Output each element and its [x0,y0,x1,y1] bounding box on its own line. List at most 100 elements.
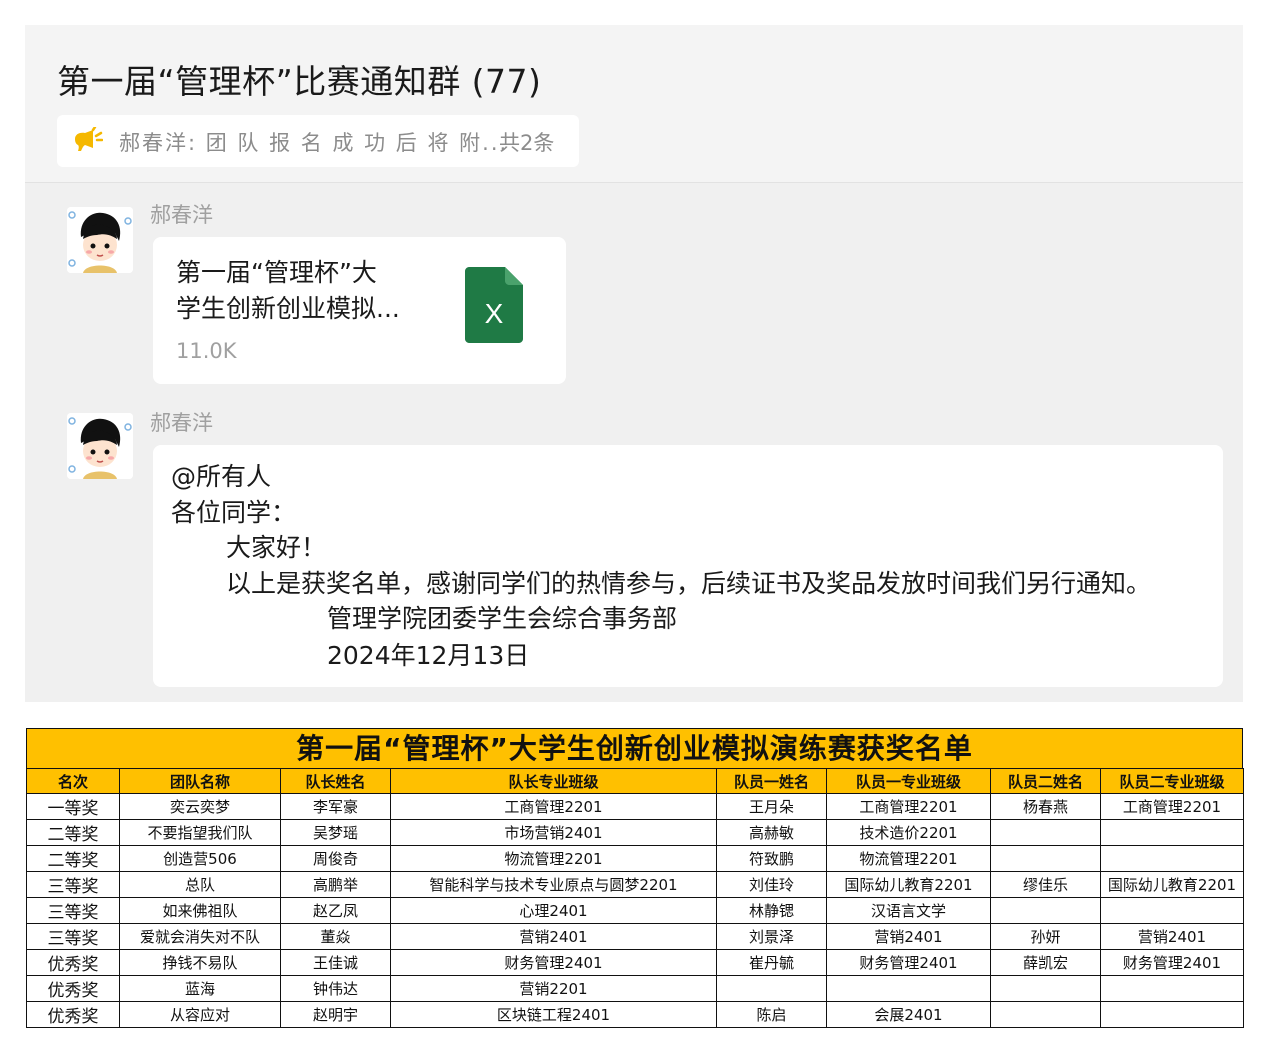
table-cell: 优秀奖 [26,949,120,976]
table-row: 二等奖 创造营506 周俊奇 物流管理2201 符致鹏 物流管理2201 [26,845,1244,872]
table-cell: 物流管理2201 [390,845,717,872]
table-cell [990,975,1101,1002]
table-cell: 王月朵 [716,793,827,820]
table-cell: 蓝海 [119,975,281,1002]
table-row: 三等奖 爱就会消失对不队 董焱 营销2401 刘景泽 营销2401 孙妍 营销2401 [26,923,1244,950]
table-row: 优秀奖 蓝海 钟伟达 营销2201 [26,975,1244,1002]
table-cell: 市场营销2401 [390,819,717,846]
table-row: 一等奖 奕云奕梦 李军豪 工商管理2201 王月朵 工商管理2201 杨春燕 工商管理2201 [26,793,1244,820]
notice-count[interactable]: 共2条 [499,127,554,157]
table-cell: 营销2401 [826,923,991,950]
table-cell: 林静锶 [716,897,827,924]
table-cell [990,819,1101,846]
table-row: 三等奖 总队 高鹏举 智能科学与技术专业原点与圆梦2201 刘佳玲 国际幼儿教育2201 缪… [26,871,1244,898]
mention-all[interactable]: @所有人 [171,459,271,495]
table-cell [1100,975,1244,1002]
group-title: 第一届“管理杯”比赛通知群 (77) [57,62,542,101]
table-cell: 赵乙凤 [280,897,391,924]
table-cell: 三等奖 [26,923,120,950]
table-cell: 技术造价2201 [826,819,991,846]
table-cell: 区块链工程2401 [390,1001,717,1028]
table-cell: 优秀奖 [26,1001,120,1028]
message-line: 2024年12月13日 [327,641,530,670]
award-table-title: 第一届“管理杯”大学生创新创业模拟演练赛获奖名单 [26,728,1243,768]
text-message-bubble[interactable]: @所有人 各位同学： 大家好！ 以上是获奖名单，感谢同学们的热情参与，后续证书及… [153,445,1223,687]
table-row: 优秀奖 挣钱不易队 王佳诚 财务管理2401 崔丹毓 财务管理2401 薛凯宏 财务管理240… [26,949,1244,976]
table-cell: 创造营506 [119,845,281,872]
table-cell [1100,845,1244,872]
column-header: 队员一专业班级 [826,768,991,794]
chat-panel: 第一届“管理杯”比赛通知群 (77) 郝春洋: 团 队 报 名 成 功 后 将 … [25,25,1243,702]
avatar[interactable] [67,413,133,479]
table-cell: 国际幼儿教育2201 [826,871,991,898]
table-cell: 董焱 [280,923,391,950]
speaker-icon [75,127,103,151]
table-cell: 刘景泽 [716,923,827,950]
group-notice-bar[interactable]: 郝春洋: 团 队 报 名 成 功 后 将 附... 共2条 [57,115,579,167]
avatar[interactable] [67,207,133,273]
table-cell: 三等奖 [26,897,120,924]
table-cell: 从容应对 [119,1001,281,1028]
column-header: 队员二姓名 [990,768,1101,794]
table-row: 优秀奖 从容应对 赵明宇 区块链工程2401 陈启 会展2401 [26,1001,1244,1028]
table-cell: 王佳诚 [280,949,391,976]
table-cell: 杨春燕 [990,793,1101,820]
message-line: 各位同学： [171,498,297,527]
table-cell [826,975,991,1002]
sender-name: 郝春洋 [150,411,213,435]
table-cell: 营销2201 [390,975,717,1002]
message-line: 管理学院团委学生会综合事务部 [327,604,678,633]
table-cell: 工商管理2201 [1100,793,1244,820]
table-cell: 二等奖 [26,845,120,872]
table-cell: 汉语言文学 [826,897,991,924]
table-cell: 高鹏举 [280,871,391,898]
message-line: 大家好！ [226,533,327,562]
table-cell [1100,897,1244,924]
table-cell [990,1001,1101,1028]
table-cell: 不要指望我们队 [119,819,281,846]
cartoon-avatar-icon [67,413,133,479]
table-cell: 陈启 [716,1001,827,1028]
table-cell: 崔丹毓 [716,949,827,976]
table-cell: 薛凯宏 [990,949,1101,976]
file-name-line: 学生创新创业模拟... [176,294,400,323]
award-table: 名次 团队名称 队长姓名 队长专业班级 队员一姓名 队员一专业班级 队员二姓名 … [26,768,1244,1028]
column-header: 队长专业班级 [390,768,717,794]
table-cell: 三等奖 [26,871,120,898]
column-header: 团队名称 [119,768,281,794]
table-cell: 爱就会消失对不队 [119,923,281,950]
table-cell: 营销2401 [1100,923,1244,950]
table-cell: 心理2401 [390,897,717,924]
column-header: 队员一姓名 [716,768,827,794]
cartoon-avatar-icon [67,207,133,273]
chat-header: 第一届“管理杯”比赛通知群 (77) 郝春洋: 团 队 报 名 成 功 后 将 … [25,25,1243,183]
table-cell: 工商管理2201 [826,793,991,820]
sender-name: 郝春洋 [150,203,213,227]
table-cell: 工商管理2201 [390,793,717,820]
table-cell: 高赫敏 [716,819,827,846]
table-cell: 财务管理2401 [1100,949,1244,976]
table-cell: 智能科学与技术专业原点与圆梦2201 [390,871,717,898]
message-line: 以上是获奖名单，感谢同学们的热情参与，后续证书及奖品发放时间我们另行通知。 [226,569,1152,598]
column-header: 队员二专业班级 [1100,768,1244,794]
table-row: 二等奖 不要指望我们队 吴梦瑶 市场营销2401 高赫敏 技术造价2201 [26,819,1244,846]
table-cell: 优秀奖 [26,975,120,1002]
table-cell: 财务管理2401 [390,949,717,976]
table-cell: 李军豪 [280,793,391,820]
table-cell: 如来佛祖队 [119,897,281,924]
table-cell: 物流管理2201 [826,845,991,872]
table-cell: 一等奖 [26,793,120,820]
table-cell: 财务管理2401 [826,949,991,976]
file-size: 11.0K [176,339,237,363]
file-message-bubble[interactable]: 第一届“管理杯”大 学生创新创业模拟... 11.0K X [153,237,566,384]
award-list-image: 第一届“管理杯”大学生创新创业模拟演练赛获奖名单 名次 团队名称 队长姓名 队长… [26,728,1244,1028]
table-cell: 赵明宇 [280,1001,391,1028]
table-cell: 周俊奇 [280,845,391,872]
table-cell: 国际幼儿教育2201 [1100,871,1244,898]
table-cell: 挣钱不易队 [119,949,281,976]
file-name: 第一届“管理杯”大 学生创新创业模拟... [176,255,436,327]
table-cell: 刘佳玲 [716,871,827,898]
table-cell: 钟伟达 [280,975,391,1002]
notice-text: 郝春洋: 团 队 报 名 成 功 后 将 附... [119,131,509,155]
excel-icon: X [465,267,523,343]
